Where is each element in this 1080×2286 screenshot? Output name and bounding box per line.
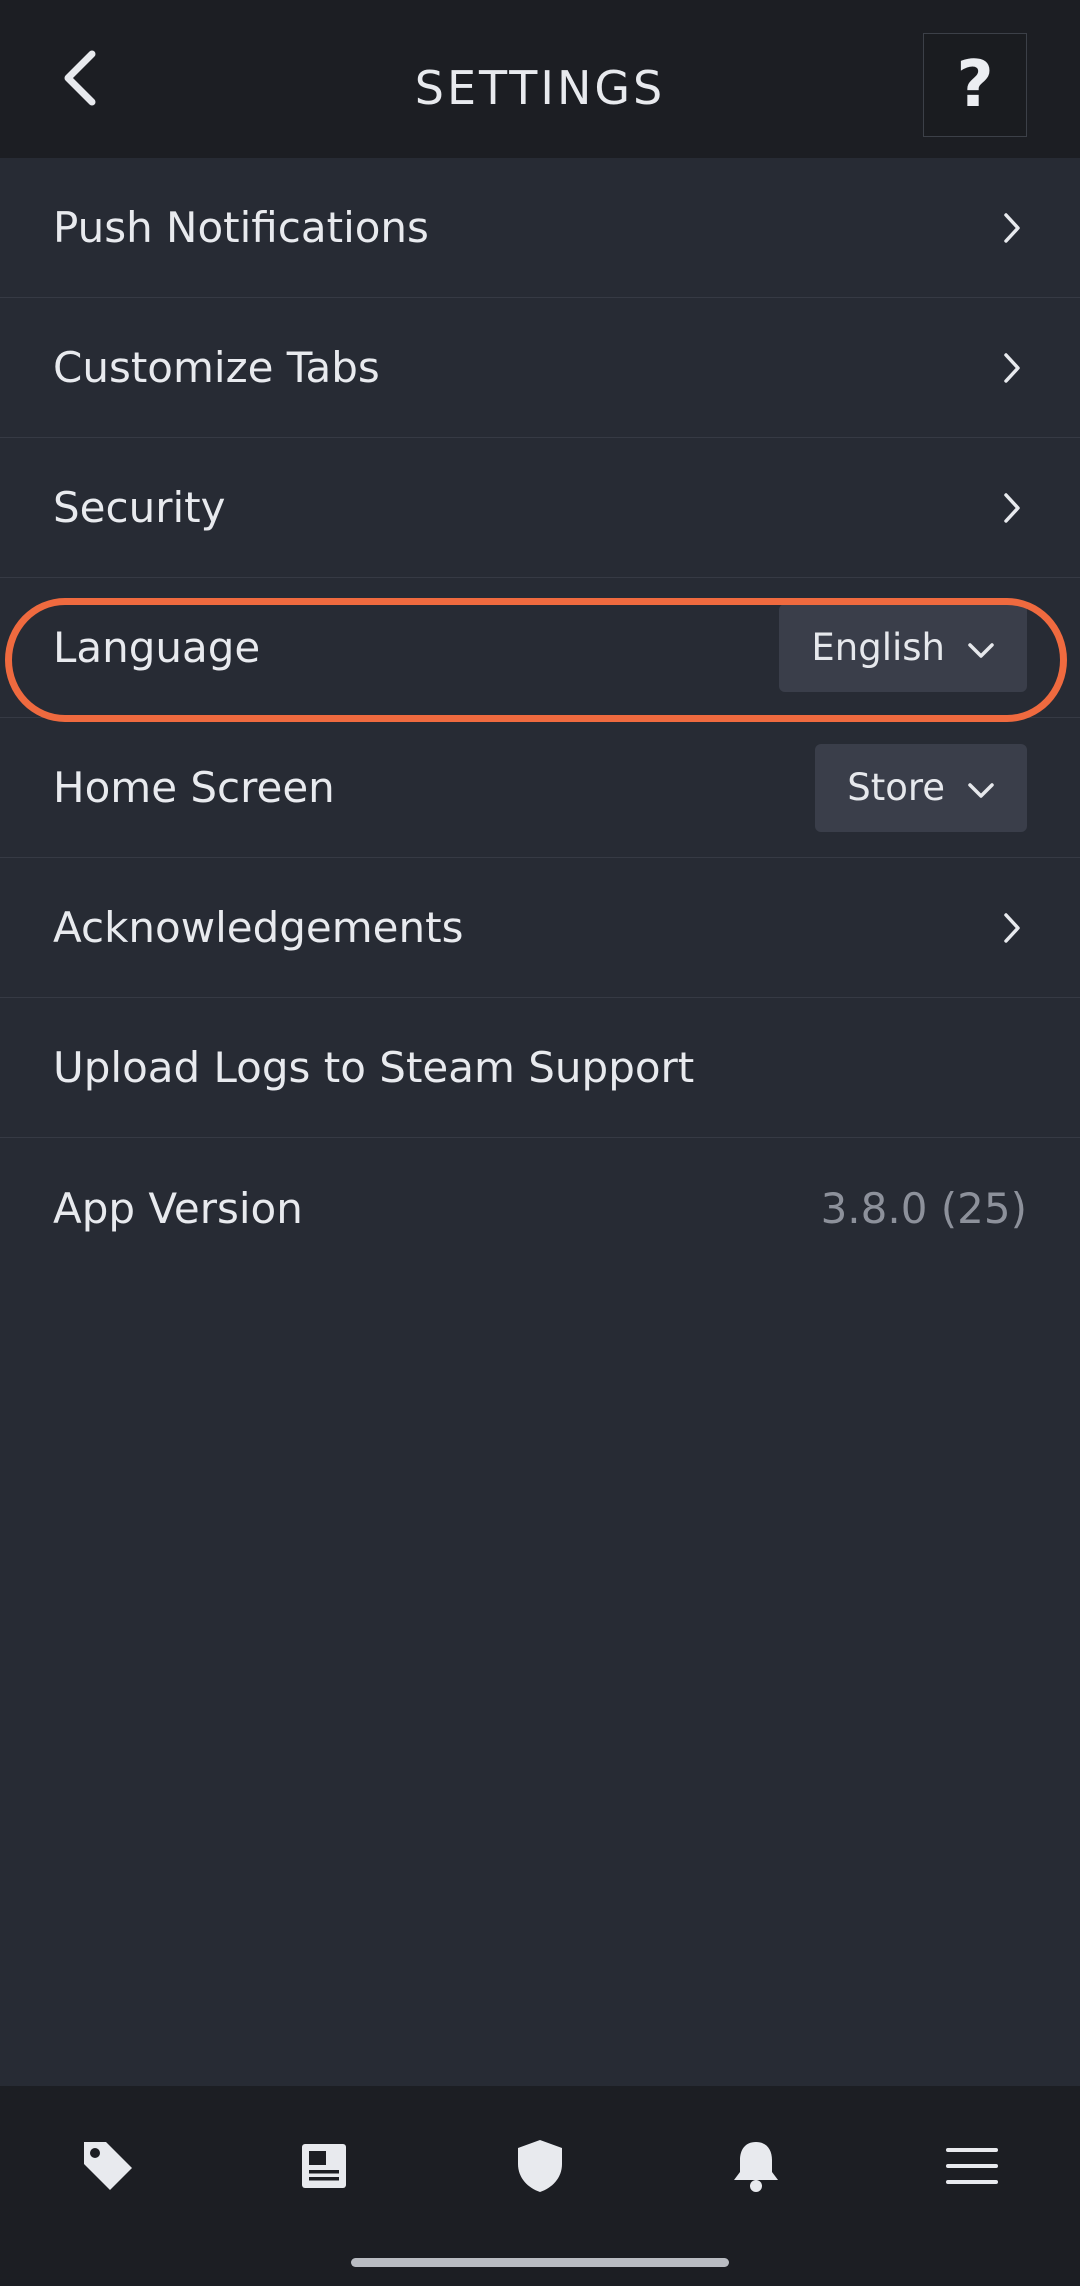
settings-row-label: Customize Tabs bbox=[53, 343, 380, 392]
settings-row-label: Push Notifications bbox=[53, 203, 429, 252]
shield-icon bbox=[516, 2138, 564, 2198]
chevron-down-icon bbox=[967, 626, 995, 669]
settings-row-app-version: App Version 3.8.0 (25) bbox=[0, 1138, 1080, 1278]
menu-icon bbox=[944, 2146, 1000, 2190]
settings-row-label: App Version bbox=[53, 1183, 303, 1233]
settings-row-label: Acknowledgements bbox=[53, 903, 464, 952]
chevron-right-icon bbox=[997, 492, 1027, 523]
settings-row-label: Security bbox=[53, 483, 226, 532]
settings-row-upload-logs[interactable]: Upload Logs to Steam Support bbox=[0, 998, 1080, 1138]
settings-row-security[interactable]: Security bbox=[0, 438, 1080, 578]
chevron-right-icon bbox=[997, 352, 1027, 383]
settings-row-home-screen: Home Screen Store bbox=[0, 718, 1080, 858]
nav-item-guard[interactable] bbox=[480, 2108, 600, 2228]
settings-row-customize-tabs[interactable]: Customize Tabs bbox=[0, 298, 1080, 438]
settings-row-push-notifications[interactable]: Push Notifications bbox=[0, 158, 1080, 298]
bottom-nav bbox=[0, 2086, 1080, 2286]
settings-row-language: Language English bbox=[0, 578, 1080, 718]
home-indicator bbox=[351, 2258, 729, 2267]
settings-row-label: Home Screen bbox=[53, 763, 335, 812]
page-title: SETTINGS bbox=[414, 61, 666, 115]
app-version-value: 3.8.0 (25) bbox=[820, 1183, 1027, 1233]
bell-icon bbox=[731, 2138, 781, 2198]
news-icon bbox=[299, 2141, 349, 2195]
settings-row-acknowledgements[interactable]: Acknowledgements bbox=[0, 858, 1080, 998]
top-bar: SETTINGS ? bbox=[0, 0, 1080, 158]
tag-icon bbox=[80, 2138, 136, 2198]
chevron-down-icon bbox=[967, 766, 995, 809]
chevron-right-icon bbox=[997, 212, 1027, 243]
nav-item-store[interactable] bbox=[48, 2108, 168, 2228]
settings-row-label: Language bbox=[53, 623, 261, 672]
nav-item-news[interactable] bbox=[264, 2108, 384, 2228]
chevron-right-icon bbox=[997, 912, 1027, 943]
nav-item-menu[interactable] bbox=[912, 2108, 1032, 2228]
home-screen-dropdown[interactable]: Store bbox=[815, 743, 1027, 832]
help-button[interactable]: ? bbox=[923, 33, 1027, 137]
language-value: English bbox=[811, 626, 945, 669]
settings-row-label: Upload Logs to Steam Support bbox=[53, 1043, 695, 1092]
home-screen-value: Store bbox=[847, 766, 945, 809]
language-dropdown[interactable]: English bbox=[779, 603, 1027, 692]
settings-list: Push Notifications Customize Tabs Securi… bbox=[0, 158, 1080, 1278]
nav-item-notifications[interactable] bbox=[696, 2108, 816, 2228]
